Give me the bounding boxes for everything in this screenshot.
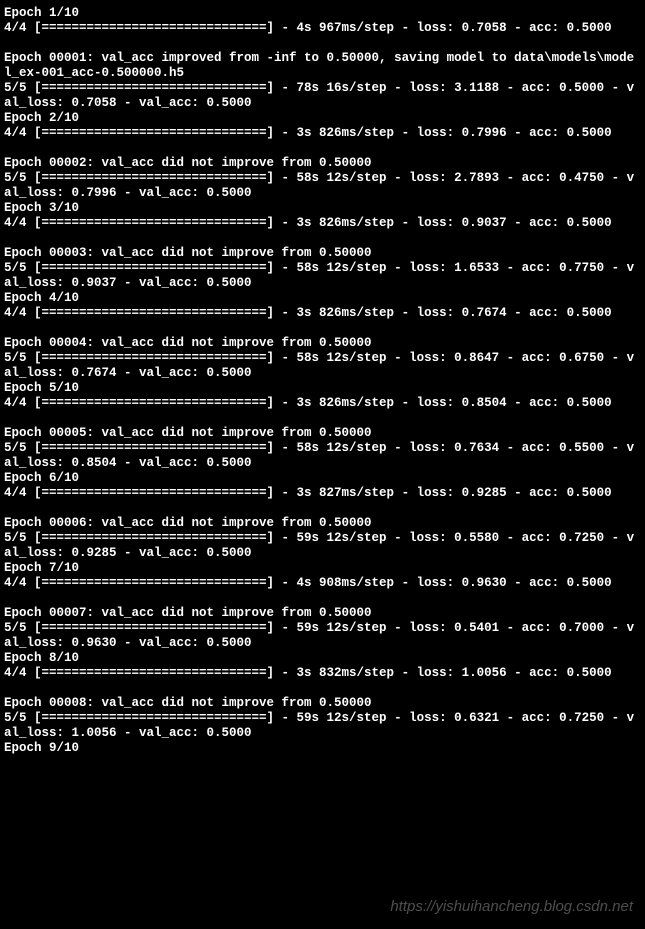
terminal-output: Epoch 1/10 4/4 [========================… [0,0,645,762]
watermark: https://yishuihancheng.blog.csdn.net [390,898,633,915]
